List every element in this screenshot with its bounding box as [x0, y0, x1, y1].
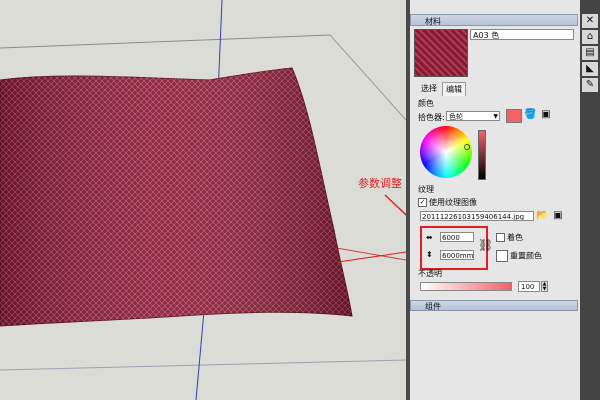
opacity-value-input[interactable]: 100: [518, 281, 540, 292]
edit-texture-icon[interactable]: ▣: [552, 210, 564, 222]
pillow-shading: [0, 68, 352, 326]
width-arrows-icon: ⬌: [426, 233, 433, 242]
folder-icon[interactable]: 📂: [536, 210, 548, 222]
reset-color-label: 重置颜色: [510, 251, 542, 261]
texture-section-label: 纹理: [418, 185, 434, 194]
reset-color-swatch: [496, 250, 508, 262]
opacity-spinner[interactable]: ▲ ▼: [541, 281, 548, 292]
right-toolbar: ✕ ⌂ ▤ ◣ ✎: [580, 0, 600, 400]
callout-line: [337, 251, 406, 263]
height-arrows-icon: ⬍: [426, 250, 433, 259]
callout-arrow: [384, 194, 406, 216]
chevron-down-icon: ▼: [493, 113, 498, 120]
colorize-label: 着色: [507, 233, 523, 242]
opacity-slider[interactable]: [420, 282, 512, 291]
tab-select[interactable]: 选择: [418, 82, 440, 95]
callout-label: 参数调整: [358, 177, 402, 190]
opacity-section-label: 不透明: [418, 269, 442, 278]
texture-height-input[interactable]: 6000mm: [440, 250, 474, 260]
brightness-slider[interactable]: [478, 130, 486, 180]
paint-bucket-icon[interactable]: 🪣: [524, 109, 536, 121]
pencil-icon[interactable]: ✎: [582, 78, 598, 92]
components-titlebar[interactable]: 组件: [410, 300, 578, 311]
color-wheel-marker[interactable]: [464, 144, 470, 150]
picker-label: 拾色器:: [418, 113, 445, 122]
current-color-swatch[interactable]: [506, 109, 522, 123]
sample-paint-icon[interactable]: ▣: [540, 109, 552, 121]
use-texture-label: 使用纹理图像: [429, 198, 477, 207]
texture-width-input[interactable]: 6000: [440, 232, 474, 242]
materials-panel: 材料 A03 色 选择 编辑 颜色 拾色器: 色轮 ▼ 🪣 ▣ 纹理 ✓ 使用纹理…: [410, 0, 580, 400]
guide-line: [329, 34, 406, 121]
scene-canvas: [0, 0, 406, 400]
3d-viewport[interactable]: [0, 0, 406, 400]
use-texture-checkbox[interactable]: ✓ 使用纹理图像: [418, 197, 477, 208]
texture-size-group: ⬌ 6000 ⬍ 6000mm ⛓: [420, 226, 493, 270]
color-wheel[interactable]: [420, 126, 472, 178]
picker-value: 色轮: [449, 113, 463, 121]
colorize-checkbox[interactable]: 着色: [496, 232, 523, 243]
guide-line: [0, 359, 406, 371]
close-icon[interactable]: ✕: [582, 14, 598, 28]
guide-line: [0, 34, 331, 49]
components-title: 组件: [425, 302, 441, 311]
arrow-icon[interactable]: ◣: [582, 62, 598, 76]
color-section-label: 颜色: [418, 99, 434, 108]
texture-file-field[interactable]: 20111226103159406144.jpg: [420, 211, 534, 221]
library-icon[interactable]: ▤: [582, 46, 598, 60]
chain-link-icon[interactable]: ⛓: [478, 238, 493, 252]
checkbox-checked-icon: ✓: [418, 198, 427, 207]
materials-title: 材料: [425, 17, 441, 26]
materials-titlebar[interactable]: 材料: [410, 14, 578, 26]
checkbox-empty-icon: [496, 233, 505, 242]
picker-select[interactable]: 色轮 ▼: [446, 111, 500, 121]
material-name-field[interactable]: A03 色: [470, 29, 574, 40]
reset-color-button[interactable]: 重置颜色: [496, 250, 542, 262]
tab-edit[interactable]: 编辑: [442, 82, 466, 96]
home-icon[interactable]: ⌂: [582, 30, 598, 44]
material-preview-swatch[interactable]: [414, 29, 468, 77]
